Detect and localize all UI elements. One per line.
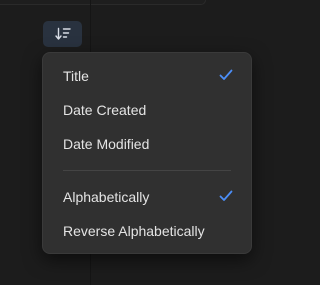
sort-button[interactable]: [43, 21, 82, 47]
menu-item-date-modified[interactable]: Date Modified: [43, 127, 251, 161]
top-panel-edge: [0, 0, 206, 5]
menu-item-date-created[interactable]: Date Created: [43, 93, 251, 127]
menu-item-label: Alphabetically: [63, 189, 150, 205]
menu-divider: [63, 170, 231, 171]
app-window: Title Date Created Date Modified Alphabe…: [0, 0, 293, 285]
menu-item-label: Title: [63, 68, 89, 84]
menu-item-label: Date Modified: [63, 136, 150, 152]
menu-item-alphabetically[interactable]: Alphabetically: [43, 180, 251, 214]
menu-item-reverse-alphabetically[interactable]: Reverse Alphabetically: [43, 214, 251, 248]
sort-menu: Title Date Created Date Modified Alphabe…: [42, 52, 252, 254]
menu-item-label: Reverse Alphabetically: [63, 223, 205, 239]
checkmark-icon: [219, 189, 233, 205]
menu-item-title[interactable]: Title: [43, 59, 251, 93]
checkmark-icon: [219, 68, 233, 84]
sort-descending-icon: [54, 27, 71, 41]
menu-item-label: Date Created: [63, 102, 147, 118]
